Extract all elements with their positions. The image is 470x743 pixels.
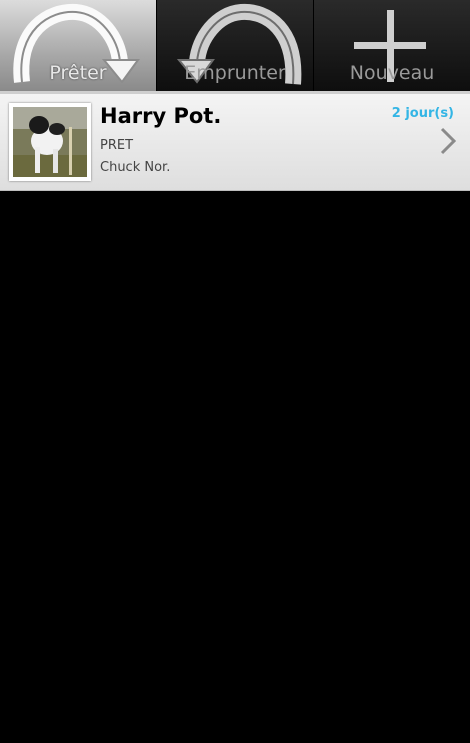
tab-label: Prêter: [49, 62, 107, 84]
tab-nouveau[interactable]: Nouveau: [314, 0, 470, 91]
tab-emprunter[interactable]: Emprunter: [157, 0, 314, 91]
item-duration: 2 jour(s): [391, 106, 454, 121]
tab-preter[interactable]: Prêter: [0, 0, 157, 91]
item-type: PRET: [100, 138, 134, 153]
item-person: Chuck Nor.: [100, 160, 171, 175]
app-screen: Prêter Emprunter Nouveau Harry Pot. PRET…: [0, 0, 470, 743]
tab-label: Emprunter: [184, 62, 286, 84]
tab-label: Nouveau: [349, 62, 435, 84]
tab-bar: Prêter Emprunter Nouveau: [0, 0, 470, 91]
item-title: Harry Pot.: [100, 104, 222, 128]
list-item[interactable]: Harry Pot. PRET Chuck Nor. 2 jour(s): [0, 94, 470, 191]
chevron-right-icon: [440, 127, 456, 155]
dog-photo-thumbnail: [9, 103, 91, 181]
